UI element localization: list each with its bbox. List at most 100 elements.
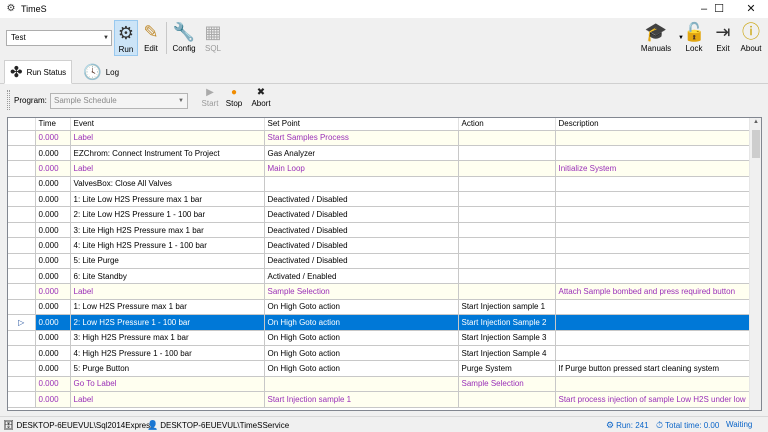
cell-event[interactable]: 2: Lite Low H2S Pressure 1 - 100 bar xyxy=(70,206,265,223)
stop-button[interactable]: ● Stop xyxy=(223,87,245,108)
cell-setpoint[interactable]: Gas Analyzer xyxy=(264,145,459,162)
cell-description[interactable] xyxy=(555,191,751,208)
cell-event[interactable]: 5: Purge Button xyxy=(70,360,265,377)
cell-action[interactable] xyxy=(458,130,556,146)
cell-event[interactable]: Go To Label xyxy=(70,376,265,393)
cell-action[interactable] xyxy=(458,206,556,223)
tab-log[interactable]: 🕓 Log xyxy=(78,60,124,84)
cell-setpoint[interactable]: On High Goto action xyxy=(264,360,459,377)
cell-description[interactable] xyxy=(555,299,751,316)
cell-event[interactable]: 5: Lite Purge xyxy=(70,253,265,270)
cell-description[interactable] xyxy=(555,145,751,162)
cell-action[interactable]: Start Injection sample 1 xyxy=(458,299,556,316)
cell-event[interactable]: 2: Low H2S Pressure 1 - 100 bar xyxy=(70,314,265,331)
exit-button[interactable]: ⇥ Exit xyxy=(712,20,734,56)
cell-time[interactable]: 0.000 xyxy=(35,237,71,254)
row-header[interactable] xyxy=(8,376,36,393)
row-header[interactable] xyxy=(8,160,36,177)
cell-setpoint[interactable]: Main Loop xyxy=(264,160,459,177)
cell-action[interactable]: Start Injection Sample 4 xyxy=(458,345,556,362)
cell-time[interactable]: 0.000 xyxy=(35,314,71,331)
row-header[interactable] xyxy=(8,222,36,239)
cell-description[interactable]: Start process injection of sample Low H2… xyxy=(555,391,751,408)
cell-event[interactable]: EZChrom: Connect Instrument To Project xyxy=(70,145,265,162)
cell-action[interactable]: Sample Selection xyxy=(458,376,556,393)
row-header[interactable] xyxy=(8,391,36,408)
row-header[interactable] xyxy=(8,145,36,162)
cell-setpoint[interactable] xyxy=(264,176,459,193)
row-header[interactable] xyxy=(8,191,36,208)
schedule-grid[interactable]: Time Event Set Point Action Description … xyxy=(7,117,762,411)
cell-description[interactable]: If Purge button pressed start cleaning s… xyxy=(555,360,751,377)
cell-event[interactable]: ValvesBox: Close All Valves xyxy=(70,176,265,193)
table-row[interactable]: 0.000 EZChrom: Connect Instrument To Proj… xyxy=(8,145,751,162)
cell-action[interactable] xyxy=(458,160,556,177)
table-row[interactable]: 0.000 Label Main Loop Initialize System xyxy=(8,160,751,177)
cell-time[interactable]: 0.000 xyxy=(35,130,71,146)
config-button[interactable]: 🔧 Config xyxy=(170,20,198,56)
cell-event[interactable]: 4: High H2S Pressure 1 - 100 bar xyxy=(70,345,265,362)
cell-description[interactable] xyxy=(555,222,751,239)
cell-time[interactable]: 0.000 xyxy=(35,160,71,177)
row-header[interactable] xyxy=(8,330,36,346)
table-row[interactable]: 0.000 ValvesBox: Close All Valves xyxy=(8,176,751,193)
scrollbar-thumb[interactable] xyxy=(752,130,760,158)
cell-setpoint[interactable]: Deactivated / Disabled xyxy=(264,222,459,239)
cell-description[interactable] xyxy=(555,345,751,362)
cell-action[interactable] xyxy=(458,391,556,408)
cell-action[interactable] xyxy=(458,253,556,270)
cell-description[interactable] xyxy=(555,330,751,346)
sql-button[interactable]: ▦ SQL xyxy=(201,20,225,56)
cell-action[interactable]: Start Injection Sample 2 xyxy=(458,314,556,331)
row-header[interactable] xyxy=(8,268,36,285)
lock-button[interactable]: 🔓 Lock xyxy=(683,20,705,56)
cell-time[interactable]: 0.000 xyxy=(35,222,71,239)
table-row[interactable]: 0.000 5: Purge Button On High Goto action P… xyxy=(8,360,751,377)
cell-setpoint[interactable]: Start Injection sample 1 xyxy=(264,391,459,408)
tab-run-status[interactable]: ✤ Run Status xyxy=(4,60,73,84)
toolbar-grip[interactable] xyxy=(7,90,10,110)
row-header[interactable] xyxy=(8,299,36,316)
cell-event[interactable]: Label xyxy=(70,130,265,146)
cell-time[interactable]: 0.000 xyxy=(35,360,71,377)
cell-time[interactable]: 0.000 xyxy=(35,268,71,285)
table-row[interactable]: 0.000 3: High H2S Pressure max 1 bar On Hi… xyxy=(8,330,751,346)
manuals-button[interactable]: 🎓 Manuals xyxy=(638,20,674,56)
cell-action[interactable] xyxy=(458,176,556,193)
row-header[interactable] xyxy=(8,360,36,377)
cell-time[interactable]: 0.000 xyxy=(35,376,71,393)
table-row[interactable]: ▷ 0.000 2: Low H2S Pressure 1 - 100 bar On … xyxy=(8,314,751,331)
cell-time[interactable]: 0.000 xyxy=(35,345,71,362)
column-header-action[interactable]: Action xyxy=(458,118,556,131)
cell-event[interactable]: Label xyxy=(70,160,265,177)
cell-action[interactable] xyxy=(458,191,556,208)
table-row[interactable]: 0.000 1: Lite Low H2S Pressure max 1 bar D… xyxy=(8,191,751,208)
cell-event[interactable]: 4: Lite High H2S Pressure 1 - 100 bar xyxy=(70,237,265,254)
row-header[interactable] xyxy=(8,237,36,254)
cell-setpoint[interactable]: Deactivated / Disabled xyxy=(264,237,459,254)
cell-setpoint[interactable] xyxy=(264,376,459,393)
column-header-setpoint[interactable]: Set Point xyxy=(264,118,459,131)
cell-time[interactable]: 0.000 xyxy=(35,253,71,270)
row-header[interactable] xyxy=(8,283,36,300)
cell-description[interactable] xyxy=(555,376,751,393)
cell-event[interactable]: 1: Low H2S Pressure max 1 bar xyxy=(70,299,265,316)
row-header[interactable] xyxy=(8,206,36,223)
maximize-button[interactable]: ☐ xyxy=(705,0,733,18)
cell-setpoint[interactable]: Deactivated / Disabled xyxy=(264,206,459,223)
cell-description[interactable]: Initialize System xyxy=(555,160,751,177)
row-header[interactable]: ▷ xyxy=(8,314,36,331)
about-button[interactable]: ⓘ About xyxy=(737,20,765,56)
cell-time[interactable]: 0.000 xyxy=(35,191,71,208)
cell-description[interactable] xyxy=(555,130,751,146)
cell-action[interactable]: Start Injection Sample 3 xyxy=(458,330,556,346)
cell-setpoint[interactable]: Activated / Enabled xyxy=(264,268,459,285)
cell-setpoint[interactable]: Deactivated / Disabled xyxy=(264,191,459,208)
row-header[interactable] xyxy=(8,176,36,193)
cell-description[interactable] xyxy=(555,314,751,331)
column-header-time[interactable]: Time xyxy=(35,118,71,131)
table-row[interactable]: 0.000 Label Sample Selection Attach Sample … xyxy=(8,283,751,300)
cell-action[interactable] xyxy=(458,237,556,254)
cell-action[interactable]: Purge System xyxy=(458,360,556,377)
cell-setpoint[interactable]: Deactivated / Disabled xyxy=(264,253,459,270)
